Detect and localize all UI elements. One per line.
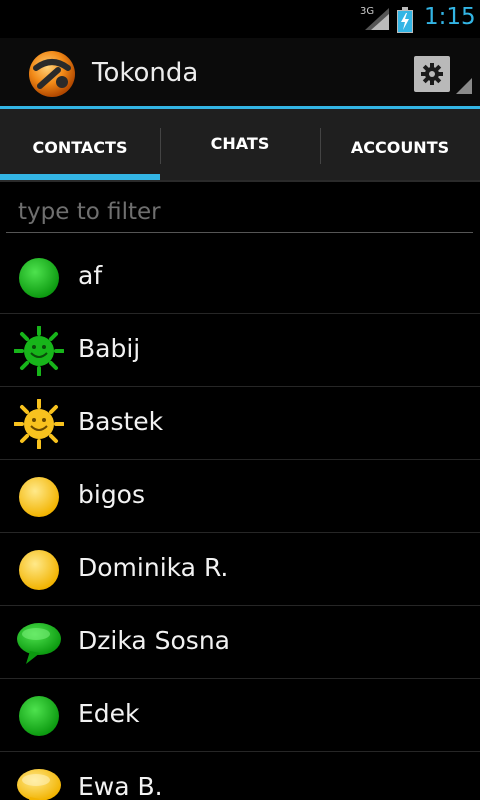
tab-bar-divider — [0, 180, 480, 182]
contact-name: af — [78, 261, 103, 290]
contact-row[interactable]: Edek — [0, 679, 480, 752]
yellow-dot-icon — [19, 550, 59, 590]
yellow-sun-icon — [14, 399, 64, 449]
contact-row[interactable]: af — [0, 241, 480, 314]
contact-row[interactable]: Bastek — [0, 387, 480, 460]
clock: 1:15 — [424, 4, 476, 30]
action-bar: Tokonda — [0, 38, 480, 108]
settings-button[interactable] — [414, 56, 450, 92]
green-sun-icon — [14, 326, 64, 376]
overflow-menu-indicator[interactable] — [456, 78, 472, 94]
contact-name: Edek — [78, 699, 140, 728]
yellow-speech-bubble-icon — [17, 769, 61, 800]
app-screen: 3G 1:15 Tokonda CONTACTS CHATS ACCOUNTS … — [0, 0, 480, 800]
contact-row[interactable]: Ewa B. — [0, 752, 480, 800]
yellow-dot-icon — [19, 477, 59, 517]
tab-accounts[interactable]: ACCOUNTS — [320, 109, 480, 182]
green-dot-icon — [19, 258, 59, 298]
contact-name: Dzika Sosna — [78, 626, 230, 655]
contact-row[interactable]: Dzika Sosna — [0, 606, 480, 679]
tokonda-logo-icon[interactable] — [28, 50, 76, 98]
contact-list[interactable]: af Babij Bastek bigos Dominika R. Dzika … — [0, 241, 480, 800]
contact-name: Babij — [78, 334, 141, 363]
tab-accounts-label: ACCOUNTS — [350, 138, 450, 157]
tab-contacts[interactable]: CONTACTS — [0, 109, 160, 182]
tab-chats-label: CHATS — [210, 134, 270, 153]
contact-name: Bastek — [78, 407, 164, 436]
contact-row[interactable]: Dominika R. — [0, 533, 480, 606]
green-speech-bubble-icon — [17, 623, 61, 664]
tab-chats[interactable]: CHATS — [160, 109, 320, 182]
app-title: Tokonda — [92, 58, 199, 88]
filter-input[interactable] — [6, 191, 473, 233]
contact-row[interactable]: bigos — [0, 460, 480, 533]
green-dot-icon — [19, 696, 59, 736]
contact-name: Dominika R. — [78, 553, 229, 582]
contact-row[interactable]: Babij — [0, 314, 480, 387]
tab-bar: CONTACTS CHATS ACCOUNTS — [0, 109, 480, 182]
contact-name: Ewa B. — [78, 772, 163, 800]
battery-charging-icon — [397, 7, 413, 33]
gear-icon — [421, 63, 443, 85]
status-bar: 3G 1:15 — [0, 0, 480, 38]
contact-name: bigos — [78, 480, 146, 509]
signal-icon — [365, 8, 389, 30]
